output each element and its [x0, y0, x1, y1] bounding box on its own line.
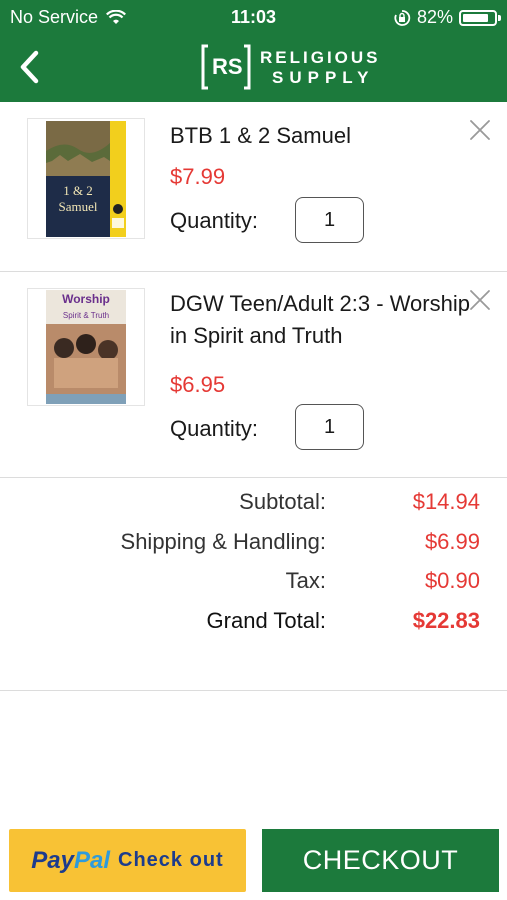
status-right: 82% [393, 7, 501, 28]
cart-item: 1 & 2 Samuel BTB 1 & 2 Samuel $7.99 Quan… [0, 102, 507, 272]
shipping-label: Shipping & Handling: [120, 529, 326, 554]
rs-logo-mark-icon: RS [201, 44, 251, 90]
logo-line2: SUPPLY [272, 67, 375, 87]
subtotal-row: Subtotal: $14.94 [0, 489, 507, 525]
religious-supply-logo: RS RELIGIOUS SUPPLY [200, 43, 381, 91]
grand-total-value: $22.83 [412, 608, 480, 633]
paypal-checkout-button[interactable]: PayPal Check out [9, 829, 246, 892]
cover-title-line2: Samuel [59, 199, 98, 214]
item-price: $7.99 [170, 164, 226, 189]
logo-mark-text: RS [212, 54, 243, 79]
product-thumbnail[interactable]: 1 & 2 Samuel [27, 118, 145, 239]
quantity-label: Quantity: [170, 416, 259, 441]
grand-total-label: Grand Total: [206, 608, 326, 633]
remove-item-close-icon[interactable] [466, 286, 494, 314]
status-bar: No Service 11:03 82% [0, 0, 507, 34]
orientation-lock-icon [394, 9, 411, 26]
subtotal-value: $14.94 [412, 489, 480, 514]
tax-row: Tax: $0.90 [0, 568, 507, 604]
cover-title-line2: Spirit & Truth [63, 311, 109, 320]
grand-total-row: Grand Total: $22.83 [0, 608, 507, 644]
remove-item-close-icon[interactable] [466, 116, 494, 144]
battery-level [463, 13, 488, 22]
logo-text: RELIGIOUS SUPPLY [260, 49, 381, 86]
item-name[interactable]: BTB 1 & 2 Samuel [170, 120, 470, 152]
logo-line1: RELIGIOUS [260, 47, 381, 67]
book-cover-image: 1 & 2 Samuel [46, 120, 126, 237]
paypal-logo-pay: Pay [31, 846, 74, 874]
book-cover-image: Worship Spirit & Truth [46, 290, 126, 404]
cart-item: Worship Spirit & Truth DGW Teen/Adult 2:… [0, 272, 507, 478]
quantity-input[interactable]: 1 [295, 404, 364, 450]
battery-percent: 82% [416, 7, 453, 27]
shipping-value: $6.99 [424, 529, 480, 554]
tax-label: Tax: [285, 568, 326, 593]
battery-icon [459, 9, 501, 26]
item-price: $6.95 [170, 372, 226, 397]
shipping-row: Shipping & Handling: $6.99 [0, 529, 507, 565]
back-button[interactable] [14, 50, 44, 84]
cover-title-line1: Worship [62, 292, 110, 306]
subtotal-label: Subtotal: [239, 489, 326, 514]
paypal-logo: PayPal [31, 847, 110, 875]
product-thumbnail[interactable]: Worship Spirit & Truth [27, 288, 145, 406]
paypal-button-label: Check out [118, 849, 224, 871]
tax-value: $0.90 [424, 568, 480, 593]
quantity-input[interactable]: 1 [295, 197, 364, 243]
paypal-logo-pal: Pal [73, 846, 111, 874]
app-header: No Service 11:03 82% RS RELIGIOUS SUPPLY [0, 0, 507, 102]
quantity-label: Quantity: [170, 208, 259, 233]
chevron-left-icon [20, 50, 39, 84]
cover-title-line1: 1 & 2 [63, 183, 93, 198]
item-name[interactable]: DGW Teen/Adult 2:3 - Worship in Spirit a… [170, 288, 470, 352]
checkout-button[interactable]: CHECKOUT [262, 829, 499, 892]
order-totals: Subtotal: $14.94 Shipping & Handling: $6… [0, 478, 507, 691]
